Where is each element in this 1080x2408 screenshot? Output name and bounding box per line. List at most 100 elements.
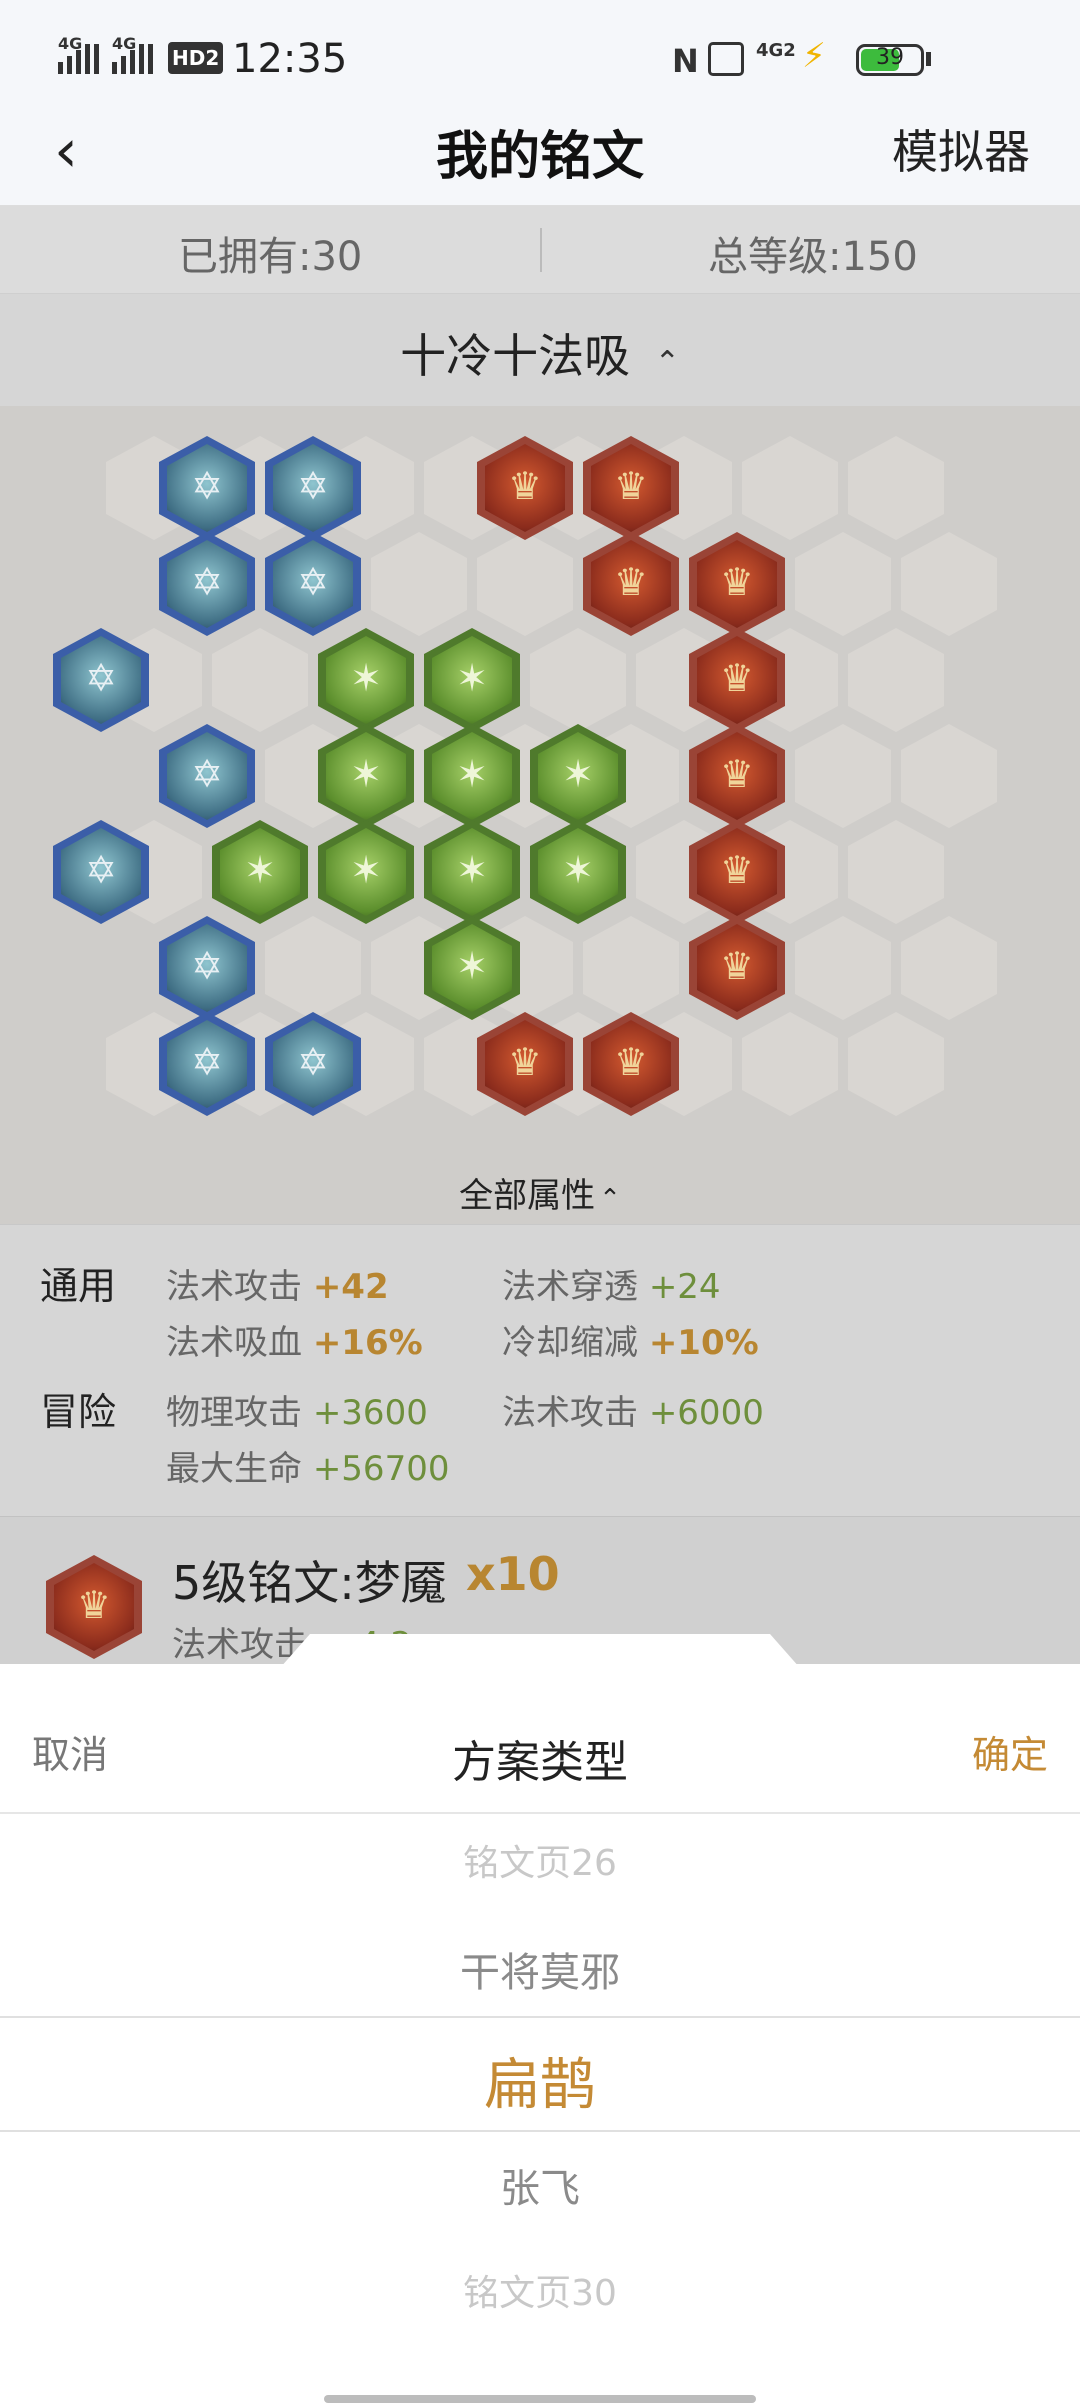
simulator-button[interactable]: 模拟器 <box>892 116 1030 182</box>
empty-rune-slot[interactable] <box>265 916 361 1020</box>
red-rune[interactable]: ♛ <box>583 532 679 636</box>
rune-glyph: ✶ <box>456 656 488 700</box>
green-rune[interactable]: ✶ <box>318 628 414 732</box>
scheme-type-picker: 取消 方案类型 确定 铭文页26 干将莫邪 扁鹊 张飞 铭文页30 <box>0 1664 1080 2408</box>
empty-rune-slot[interactable] <box>848 628 944 732</box>
empty-rune-slot[interactable] <box>583 916 679 1020</box>
rune-glyph: ✶ <box>244 848 276 892</box>
rune-glyph: ✡ <box>191 560 223 604</box>
rune-glyph: ✡ <box>191 464 223 508</box>
rune-glyph: ✡ <box>191 752 223 796</box>
green-rune[interactable]: ✶ <box>318 820 414 924</box>
cellular-signal-icon: 4G <box>112 34 162 74</box>
nightmare-rune-icon: ♛ <box>46 1555 142 1659</box>
empty-rune-slot[interactable] <box>742 436 838 540</box>
cellular-signal-icon: 4G <box>58 34 108 74</box>
rune-glyph: ✶ <box>456 848 488 892</box>
clock: 12:35 <box>232 36 348 82</box>
rune-glyph: ♛ <box>719 560 755 604</box>
empty-rune-slot[interactable] <box>795 532 891 636</box>
rune-glyph: ✶ <box>350 656 382 700</box>
attr-cooldown: 冷却缩减 +10% <box>502 1315 759 1364</box>
attr-name: 法术穿透 <box>502 1267 638 1307</box>
rune-glyph: ✡ <box>85 848 117 892</box>
blue-rune[interactable]: ✡ <box>159 916 255 1020</box>
blue-rune[interactable]: ✡ <box>159 532 255 636</box>
picker-header: 取消 方案类型 确定 <box>0 1664 1080 1814</box>
scheme-name-text: 十冷十法吸 <box>400 329 631 383</box>
green-rune[interactable]: ✶ <box>212 820 308 924</box>
chevron-up-icon: ⌃ <box>599 1184 621 1214</box>
empty-rune-slot[interactable] <box>795 916 891 1020</box>
category-adventure: 冒险 <box>40 1390 117 1434</box>
home-indicator[interactable] <box>324 2395 756 2403</box>
empty-rune-slot[interactable] <box>212 628 308 732</box>
attr-max-hp: 最大生命 +56700 <box>166 1441 449 1490</box>
red-rune[interactable]: ♛ <box>689 532 785 636</box>
all-attributes-toggle[interactable]: 全部属性 ⌃ <box>420 1156 660 1224</box>
rune-board: ✡ ✡ ✡ ✡ ✡ ✡ ✡ ✡ ✡ ✡ ♛ ♛ ♛ ♛ ♛ ♛ ♛ ♛ ♛ ♛ ✶ ✶ ✶ ✶ ✶ ✶ ✶ ✶ ✶ ✶ <box>0 406 1080 1224</box>
empty-rune-slot[interactable] <box>901 724 997 828</box>
rune-glyph: ✡ <box>85 656 117 700</box>
scheme-selector[interactable]: 十冷十法吸 ⌃ <box>0 294 1080 406</box>
attr-magic-pierce: 法术穿透 +24 <box>502 1259 721 1308</box>
empty-rune-slot[interactable] <box>371 532 467 636</box>
rune-glyph: ✡ <box>191 944 223 988</box>
picker-title: 方案类型 <box>452 1737 628 1788</box>
attr-value: +6000 <box>648 1393 764 1433</box>
rune-glyph: ♛ <box>507 464 543 508</box>
attr-name: 法术攻击 <box>166 1267 302 1307</box>
rune-glyph: ♛ <box>613 1040 649 1084</box>
attr-value: +16% <box>312 1323 423 1363</box>
picker-option[interactable]: 干将莫邪 <box>0 1940 1080 1998</box>
picker-option-selected[interactable]: 扁鹊 <box>0 2040 1080 2121</box>
attributes-panel: 通用 法术攻击 +42 法术穿透 +24 法术吸血 +16% 冷却缩减 +10%… <box>0 1224 1080 1516</box>
empty-rune-slot[interactable] <box>901 532 997 636</box>
battery-percent: 39 <box>876 45 904 70</box>
empty-rune-slot[interactable] <box>848 1012 944 1116</box>
red-rune[interactable]: ♛ <box>689 724 785 828</box>
attr-value: +10% <box>648 1323 759 1363</box>
rune-glyph: ✡ <box>297 464 329 508</box>
selection-line-bottom <box>0 2130 1080 2132</box>
rune-glyph: ♛ <box>719 848 755 892</box>
empty-rune-slot[interactable] <box>477 532 573 636</box>
green-rune[interactable]: ✶ <box>424 628 520 732</box>
empty-rune-slot[interactable] <box>795 724 891 828</box>
attr-name: 最大生命 <box>166 1449 302 1489</box>
confirm-button[interactable]: 确定 <box>972 1724 1048 1779</box>
hd-voice-icon: HD2 <box>168 42 224 74</box>
picker-option[interactable]: 铭文页30 <box>0 2264 1080 2316</box>
blue-rune[interactable]: ✡ <box>265 532 361 636</box>
rune-glyph: ♛ <box>719 752 755 796</box>
owned-count: 已拥有:30 <box>178 234 363 280</box>
rune-glyph: ✡ <box>191 1040 223 1084</box>
sheet-tab <box>280 1634 800 1668</box>
attr-value: +56700 <box>312 1449 450 1489</box>
attr-magic-attack: 法术攻击 +42 <box>166 1259 389 1308</box>
picker-option[interactable]: 铭文页26 <box>0 1834 1080 1886</box>
red-rune[interactable]: ♛ <box>689 916 785 1020</box>
rune-glyph: ✶ <box>350 848 382 892</box>
empty-rune-slot[interactable] <box>848 820 944 924</box>
attr-name: 法术攻击 <box>502 1393 638 1433</box>
rune-glyph: ✡ <box>297 1040 329 1084</box>
stats-bar: 已拥有:30 总等级:150 <box>0 206 1080 294</box>
empty-rune-slot[interactable] <box>530 628 626 732</box>
picker-option[interactable]: 张飞 <box>0 2156 1080 2214</box>
green-rune[interactable]: ✶ <box>424 820 520 924</box>
empty-rune-slot[interactable] <box>848 436 944 540</box>
empty-rune-slot[interactable] <box>742 1012 838 1116</box>
category-general: 通用 <box>40 1264 117 1308</box>
green-rune[interactable]: ✶ <box>530 820 626 924</box>
blue-rune[interactable]: ✡ <box>159 724 255 828</box>
attr-physical-attack: 物理攻击 +3600 <box>166 1385 428 1434</box>
rune-glyph: ♛ <box>719 656 755 700</box>
scheme-name: 十冷十法吸 ⌃ <box>0 320 1080 386</box>
status-bar: 4G 4G HD2 12:35 N 4G2 ⚡ 39 <box>0 0 1080 110</box>
divider <box>540 228 542 272</box>
rune-glyph: ✶ <box>562 752 594 796</box>
empty-rune-slot[interactable] <box>901 916 997 1020</box>
rune-glyph: ♛ <box>507 1040 543 1084</box>
rune-glyph: ✶ <box>562 848 594 892</box>
